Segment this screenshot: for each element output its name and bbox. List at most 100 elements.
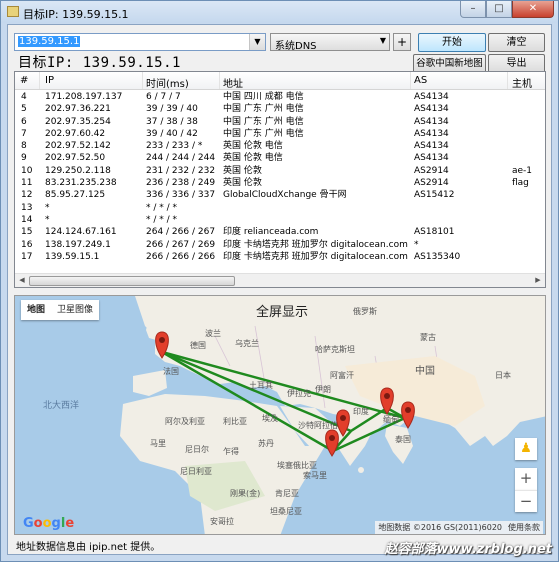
table-cell: 9 — [21, 153, 27, 164]
watermark: 赵容部落www.zrblog.net — [384, 542, 552, 557]
map-type-satellite[interactable]: 卫星图像 — [51, 300, 99, 320]
table-row[interactable]: 16 138.197.249.1 266 / 267 / 269 印度 卡纳塔克邦 班… — [15, 239, 545, 251]
map-label: 利比亚 — [223, 416, 247, 426]
table-cell: * — [414, 239, 419, 250]
table-cell: 37 / 38 / 38 — [146, 116, 198, 127]
table-cell: 233 / 233 / * — [146, 141, 203, 152]
table-cell: flag — [512, 178, 529, 189]
minimize-icon[interactable]: – — [460, 1, 486, 18]
table-cell: AS4134 — [414, 128, 449, 139]
table-cell: 202.97.60.42 — [45, 128, 106, 139]
table-cell: 英国 伦敦 电信 — [223, 141, 283, 152]
add-dns-button[interactable]: + — [393, 33, 411, 51]
table-cell: 11 — [21, 178, 33, 189]
table-row[interactable]: 7 202.97.60.42 39 / 40 / 42 中国 广东 广州 电信 AS41… — [15, 128, 545, 140]
map-label: 坦桑尼亚 — [270, 506, 302, 516]
table-cell: 10 — [21, 165, 33, 176]
start-button[interactable]: 开始 — [418, 33, 486, 52]
table-cell: 231 / 232 / 232 — [146, 165, 216, 176]
table-cell: 83.231.235.238 — [45, 178, 117, 189]
app-window: 目标IP: 139.59.15.1 – □ ✕ 139.59.15.1 ▼ 系统… — [0, 0, 559, 562]
zoom-out-button[interactable]: − — [515, 490, 537, 512]
col-ip[interactable]: IP — [45, 75, 54, 86]
target-input[interactable]: 139.59.15.1 — [18, 36, 81, 47]
table-cell: 17 — [21, 251, 33, 262]
table-row[interactable]: 4 171.208.197.137 6 / 7 / 7 中国 四川 成都 电信 AS41… — [15, 91, 545, 103]
table-cell: 202.97.52.50 — [45, 153, 106, 164]
map-label: 中国 — [415, 364, 435, 377]
map-label: 苏丹 — [258, 438, 274, 448]
map-label: 阿富汗 — [330, 370, 354, 380]
col-as[interactable]: AS — [414, 75, 427, 86]
table-row[interactable]: 13 * * / * / * — [15, 202, 545, 214]
map-label: 索马里 — [303, 470, 327, 480]
map-label: 伊拉克 — [287, 388, 311, 398]
clear-button[interactable]: 清空 — [488, 33, 545, 52]
window-title: 目标IP: 139.59.15.1 — [23, 8, 129, 21]
table-row[interactable]: 17 139.59.15.1 266 / 266 / 266 印度 卡纳塔克邦 班加罗… — [15, 251, 545, 263]
map-label: 安哥拉 — [210, 516, 234, 526]
route-map[interactable]: 俄罗斯 北大西洋 蒙古 哈萨克斯坦 中国 伊朗 印度 法国 乌克兰 土耳其 埃及… — [14, 295, 546, 535]
table-row[interactable]: 6 202.97.35.254 37 / 38 / 38 中国 广东 广州 电信 AS4… — [15, 116, 545, 128]
close-icon[interactable]: ✕ — [512, 1, 554, 18]
table-cell: 139.59.15.1 — [45, 251, 100, 262]
dns-select-value: 系统DNS — [275, 41, 317, 52]
map-label: 哈萨克斯坦 — [315, 344, 355, 354]
table-cell: AS4134 — [414, 104, 449, 115]
map-label: 波兰 — [205, 328, 221, 338]
target-combobox[interactable]: 139.59.15.1 ▼ — [14, 33, 266, 51]
col-address[interactable]: 地址 — [223, 75, 243, 90]
map-label: 阿尔及利亚 — [165, 416, 205, 426]
table-cell: 中国 广东 广州 电信 — [223, 116, 304, 127]
table-row[interactable]: 15 124.124.67.161 264 / 266 / 267 印度 relian… — [15, 226, 545, 238]
map-label: 埃及 — [262, 413, 278, 423]
table-cell: 中国 广东 广州 电信 — [223, 104, 304, 115]
table-row[interactable]: 9 202.97.52.50 244 / 244 / 244 英国 伦敦 电信 AS41… — [15, 152, 545, 164]
chevron-down-icon[interactable]: ▼ — [249, 34, 265, 50]
dns-select[interactable]: 系统DNS ▼ — [270, 33, 390, 52]
table-row[interactable]: 5 202.97.36.221 39 / 39 / 40 中国 广东 广州 电信 AS4… — [15, 103, 545, 115]
map-canvas: 俄罗斯 北大西洋 蒙古 哈萨克斯坦 中国 伊朗 印度 法国 乌克兰 土耳其 埃及… — [15, 296, 545, 534]
fullscreen-button[interactable]: 全屏显示 — [256, 301, 308, 320]
table-cell: * / * / * — [146, 202, 178, 213]
table-cell: 16 — [21, 239, 33, 250]
table-cell: 12 — [21, 190, 33, 201]
table-row[interactable]: 11 83.231.235.238 236 / 238 / 249 英国 伦敦 AS29… — [15, 177, 545, 189]
horizontal-scrollbar[interactable]: ◀ ▶ — [15, 273, 545, 287]
scroll-thumb[interactable] — [29, 276, 235, 286]
table-cell: AS15412 — [414, 190, 455, 201]
table-cell: AS4134 — [414, 153, 449, 164]
target-label: 目标IP: 139.59.15.1 — [18, 55, 181, 71]
map-label: 北大西洋 — [43, 399, 79, 411]
table-row[interactable]: 14 * * / * / * — [15, 214, 545, 226]
table-cell: ae-1 — [512, 165, 533, 176]
table-cell: 266 / 266 / 266 — [146, 251, 216, 262]
trace-table[interactable]: # IP 时间(ms) 地址 AS 主机 4 171.208.197.137 6 /… — [14, 71, 546, 288]
table-cell: AS4134 — [414, 141, 449, 152]
map-label: 埃塞俄比亚 — [277, 460, 317, 470]
map-label: 尼日利亚 — [180, 466, 212, 476]
terms-link[interactable]: 使用条款 — [508, 521, 540, 534]
table-row[interactable]: 8 202.97.52.142 233 / 233 / * 英国 伦敦 电信 AS413… — [15, 140, 545, 152]
table-cell: 39 / 39 / 40 — [146, 104, 198, 115]
map-label: 俄罗斯 — [353, 306, 377, 316]
app-icon — [7, 6, 19, 17]
table-row[interactable]: 10 129.250.2.118 231 / 232 / 232 英国 伦敦 AS291… — [15, 165, 545, 177]
maximize-icon[interactable]: □ — [486, 1, 512, 18]
scroll-left-icon[interactable]: ◀ — [16, 275, 28, 286]
col-time[interactable]: 时间(ms) — [146, 75, 189, 90]
map-label: 泰国 — [395, 434, 411, 444]
table-cell: 39 / 40 / 42 — [146, 128, 198, 139]
table-cell: 202.97.36.221 — [45, 104, 111, 115]
table-row[interactable]: 12 85.95.27.125 336 / 336 / 337 GlobalCloud… — [15, 189, 545, 201]
zoom-in-button[interactable]: + — [515, 468, 537, 490]
map-label: 刚果(金) — [230, 488, 260, 498]
map-label: 伊朗 — [315, 384, 331, 394]
table-cell: 85.95.27.125 — [45, 190, 106, 201]
pegman-icon[interactable]: ♟ — [515, 438, 537, 460]
scroll-right-icon[interactable]: ▶ — [532, 275, 544, 286]
col-index[interactable]: # — [20, 75, 28, 86]
table-cell: 202.97.52.142 — [45, 141, 111, 152]
map-type-map[interactable]: 地图 — [21, 300, 51, 320]
col-host[interactable]: 主机 — [512, 75, 532, 90]
